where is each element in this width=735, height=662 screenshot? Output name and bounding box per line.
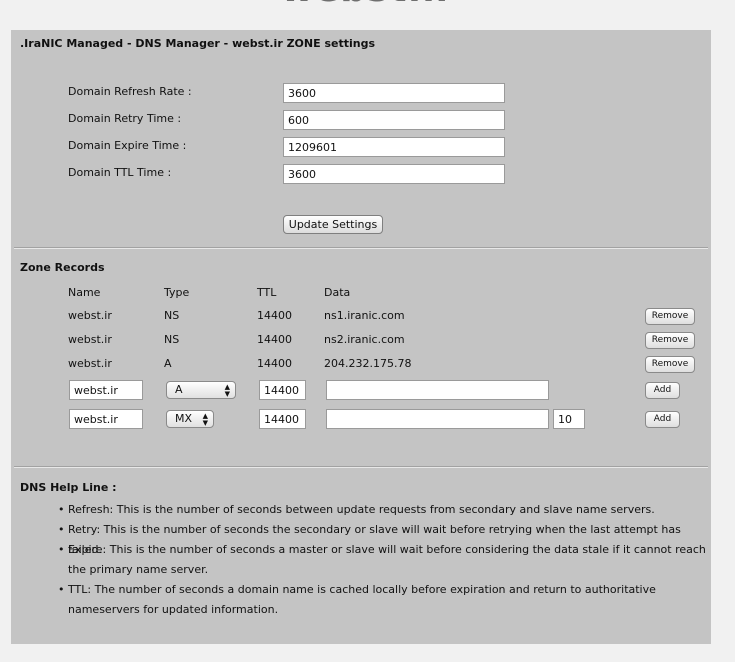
new-mx-ttl-input[interactable]: [259, 409, 306, 429]
column-header-type: Type: [164, 286, 190, 299]
record-data: ns1.iranic.com: [324, 309, 405, 322]
record-type: A: [164, 357, 172, 370]
panel-title: .IraNIC Managed - DNS Manager - webst.ir…: [20, 37, 376, 50]
mx-priority-input[interactable]: [553, 409, 585, 429]
new-mx-name-input[interactable]: [69, 409, 143, 429]
new-mx-type-select[interactable]: MX ▲ ▼: [166, 410, 214, 428]
bullet-icon: •: [58, 583, 65, 596]
bullet-icon: •: [58, 543, 65, 556]
updown-arrows-icon: ▲ ▼: [202, 412, 208, 427]
retry-time-label: Domain Retry Time :: [68, 112, 182, 125]
record-name: webst.ir: [68, 357, 112, 370]
site-logo: webst.ir: [0, 0, 735, 8]
column-header-name: Name: [68, 286, 101, 299]
remove-record-button[interactable]: Remove: [645, 308, 695, 325]
record-type: NS: [164, 333, 180, 346]
record-name: webst.ir: [68, 309, 112, 322]
refresh-rate-label: Domain Refresh Rate :: [68, 85, 192, 98]
record-data: 204.232.175.78: [324, 357, 412, 370]
bullet-icon: •: [58, 523, 65, 536]
add-record-button[interactable]: Add: [645, 382, 680, 399]
updown-arrows-icon: ▲ ▼: [224, 383, 230, 398]
selected-type: MX: [175, 412, 193, 425]
refresh-rate-input[interactable]: [283, 83, 505, 103]
new-record-name-input[interactable]: [69, 380, 143, 400]
selected-type: A: [175, 383, 183, 396]
record-ttl: 14400: [257, 309, 292, 322]
section-divider: [14, 466, 708, 468]
column-header-ttl: TTL: [257, 286, 277, 299]
record-ttl: 14400: [257, 333, 292, 346]
bullet-icon: •: [58, 503, 65, 516]
record-type: NS: [164, 309, 180, 322]
remove-record-button[interactable]: Remove: [645, 332, 695, 349]
help-item-refresh: • Refresh: This is the number of seconds…: [58, 500, 708, 520]
ttl-time-input[interactable]: [283, 164, 505, 184]
ttl-time-label: Domain TTL Time :: [68, 166, 172, 179]
record-ttl: 14400: [257, 357, 292, 370]
add-mx-record-button[interactable]: Add: [645, 411, 680, 428]
record-name: webst.ir: [68, 333, 112, 346]
help-item-expire: • Expire: This is the number of seconds …: [58, 540, 708, 580]
record-data: ns2.iranic.com: [324, 333, 405, 346]
zone-settings-panel: .IraNIC Managed - DNS Manager - webst.ir…: [11, 30, 711, 644]
help-title: DNS Help Line :: [20, 481, 117, 494]
update-settings-button[interactable]: Update Settings: [283, 215, 383, 234]
new-record-type-select[interactable]: A ▲ ▼: [166, 381, 236, 399]
help-item-ttl: • TTL: The number of seconds a domain na…: [58, 580, 708, 620]
section-divider: [14, 247, 708, 249]
new-mx-data-input[interactable]: [326, 409, 549, 429]
expire-time-input[interactable]: [283, 137, 505, 157]
remove-record-button[interactable]: Remove: [645, 356, 695, 373]
retry-time-input[interactable]: [283, 110, 505, 130]
column-header-data: Data: [324, 286, 351, 299]
expire-time-label: Domain Expire Time :: [68, 139, 187, 152]
zone-records-title: Zone Records: [20, 261, 105, 274]
new-record-data-input[interactable]: [326, 380, 549, 400]
new-record-ttl-input[interactable]: [259, 380, 306, 400]
